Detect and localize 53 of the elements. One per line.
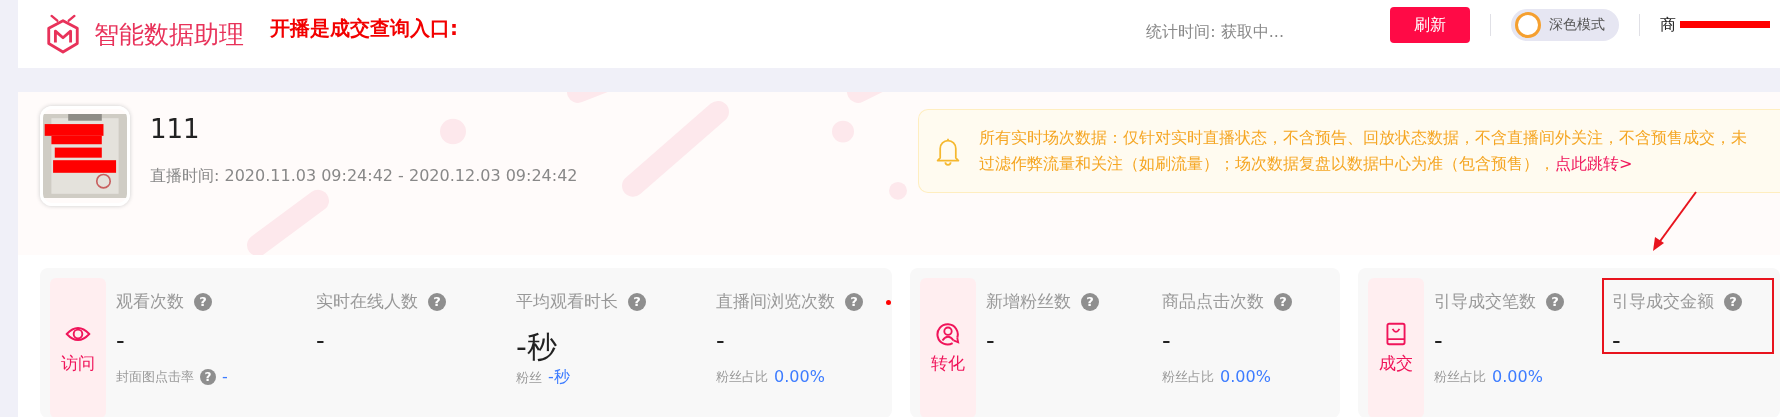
sub-label: 粉丝占比 xyxy=(1162,367,1214,386)
sub-value: 0.00% xyxy=(1220,367,1271,386)
sub-value: -秒 xyxy=(548,367,570,388)
metric-value: - xyxy=(716,327,726,357)
metric-label: 引导成交笔数 xyxy=(1434,290,1536,313)
notice-text: 所有实时场次数据：仅针对实时直播状态，不含预告、回放状态数据，不含直播间外关注，不含预售成交，未过滤作弊流量和关注（如刷流量）；场次数据复盘以数据中心为准（包含预售），点此跳转> xyxy=(979,127,1748,175)
sub-label: 封面图点击率 xyxy=(116,367,194,386)
metric-value: - xyxy=(986,327,996,357)
metric-value: - xyxy=(116,327,126,357)
help-icon[interactable]: ? xyxy=(428,292,446,311)
metric-label: 观看次数 xyxy=(116,290,184,313)
app-title: 智能数据助理 xyxy=(94,18,244,51)
sub-label: 粉丝占比 xyxy=(1434,367,1486,386)
category-label: 转化 xyxy=(931,351,965,375)
sub-value: - xyxy=(222,367,228,386)
help-icon[interactable]: ? xyxy=(845,292,863,311)
help-icon[interactable]: ? xyxy=(628,292,646,311)
metric-value: - xyxy=(1612,327,1622,357)
refresh-button[interactable]: 刷新 xyxy=(1390,7,1470,43)
live-title: 111 xyxy=(150,114,201,144)
sub-label: 粉丝占比 xyxy=(716,367,768,386)
entry-note: 开播是成交查询入口: xyxy=(270,14,458,42)
jump-link[interactable]: 点此跳转> xyxy=(1555,154,1633,173)
metric-label: 商品点击次数 xyxy=(1162,290,1264,313)
help-icon[interactable]: ? xyxy=(200,368,216,385)
bag-icon xyxy=(1383,321,1409,346)
metric-value: -秒 xyxy=(516,328,558,361)
user-cycle-icon xyxy=(935,321,961,346)
metric-label: 实时在线人数 xyxy=(316,290,418,313)
help-icon[interactable]: ? xyxy=(1724,292,1742,311)
metric-value: - xyxy=(1434,327,1444,357)
dark-mode-toggle[interactable]: 深色模式 xyxy=(1511,9,1619,41)
sub-value: 0.00% xyxy=(1492,367,1543,386)
annotation-dot xyxy=(886,300,891,305)
metric-label: 新增粉丝数 xyxy=(986,290,1071,313)
metric-value: - xyxy=(316,327,326,357)
live-time: 直播时间: 2020.11.03 09:24:42 - 2020.12.03 09:24:42 xyxy=(150,166,578,187)
pointer-arrow xyxy=(1650,190,1700,252)
logo-icon xyxy=(44,14,82,54)
sub-label: 粉丝 xyxy=(516,368,542,387)
metric-label: 平均观看时长 xyxy=(516,290,618,313)
sub-value: 0.00% xyxy=(774,367,825,386)
category-label: 访问 xyxy=(61,351,95,375)
help-icon[interactable]: ? xyxy=(1546,292,1564,311)
help-icon[interactable]: ? xyxy=(1081,292,1099,311)
category-label: 成交 xyxy=(1379,351,1413,375)
stats-time: 统计时间: 获取中... xyxy=(1146,21,1284,43)
help-icon[interactable]: ? xyxy=(1274,292,1292,311)
help-icon[interactable]: ? xyxy=(194,292,212,311)
metric-label: 直播间浏览次数 xyxy=(716,290,835,313)
account-name: 商 xyxy=(1660,14,1676,34)
metric-label: 引导成交金额 xyxy=(1612,290,1714,313)
metric-value: - xyxy=(1162,327,1172,357)
